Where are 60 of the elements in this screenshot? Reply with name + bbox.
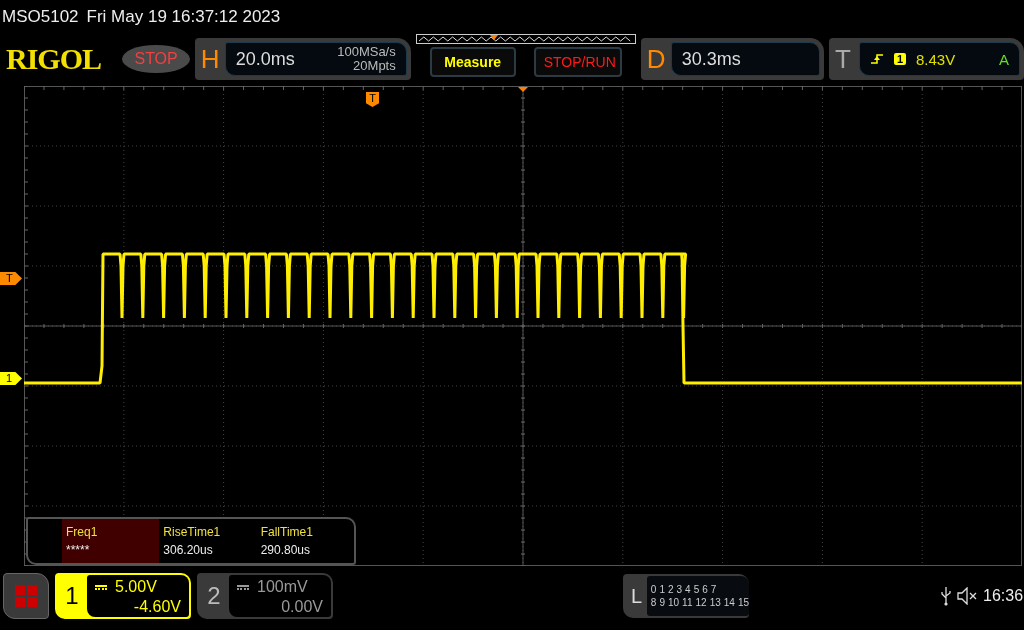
logic-channel-number: 6 [702, 584, 708, 595]
dc-coupling-icon [237, 584, 249, 590]
measurement-name: Freq1 [66, 525, 99, 539]
logic-channel-number: 0 [650, 584, 657, 595]
date-time: Fri May 19 16:37:12 2023 [86, 7, 281, 27]
logic-channel-number: 8 [650, 597, 657, 608]
logic-channel-number: 15 [737, 597, 749, 608]
measurement-item[interactable]: RiseTime1 306.20us [159, 519, 257, 563]
channel-button[interactable]: 1 5.00V -4.60V [55, 573, 191, 619]
delay-value: 30.3ms [681, 48, 741, 70]
measurement-item[interactable]: FallTime1 290.80us [256, 519, 354, 563]
trigger-mode: A [998, 50, 1009, 68]
logic-letter: L [631, 584, 644, 608]
trigger-position-marker[interactable]: T [366, 92, 379, 107]
logic-channel-number: 11 [682, 597, 693, 608]
run-state-badge: STOP [122, 45, 190, 73]
measurement-value: 306.20us [163, 543, 214, 557]
trigger-level: 8.43V [916, 50, 957, 68]
grid-icon [15, 585, 37, 607]
measurement-value: ***** [66, 543, 91, 557]
menu-button[interactable] [3, 573, 49, 619]
logic-channel-number: 1 [659, 584, 665, 595]
dc-coupling-icon [95, 584, 107, 590]
measurement-name: FallTime1 [260, 525, 314, 539]
logic-channel-number: 7 [710, 584, 717, 595]
measurement-name: RiseTime1 [163, 525, 222, 539]
logic-channel-number: 5 [693, 584, 700, 595]
trigger-panel[interactable]: T 1 8.43V A [828, 38, 1024, 80]
logic-channel-number: 10 [668, 597, 680, 608]
trigger-letter: T [834, 43, 852, 75]
clock-time: 16:36 [983, 587, 1024, 605]
stop-run-button[interactable]: STOP/RUN [533, 46, 622, 77]
speaker-muted-icon[interactable] [957, 587, 977, 605]
measure-button[interactable]: Measure [429, 46, 516, 77]
trigger-source: 1 [893, 53, 906, 65]
timebase-value: 20.0ms [235, 48, 295, 70]
delay-letter: D [646, 43, 665, 75]
logic-channel-number: 12 [695, 597, 707, 608]
trigger-point-icon [518, 87, 528, 92]
brand-logo: RIGOL [6, 42, 103, 76]
channel-marker[interactable]: 1 [0, 372, 22, 385]
horizontal-panel[interactable]: H 20.0ms 100MSa/s 20Mpts [194, 38, 411, 80]
rising-edge-icon [869, 52, 884, 66]
channel-button[interactable]: 2 100mV 0.00V [197, 573, 333, 619]
logic-channel-number: 4 [685, 584, 691, 595]
logic-channel-number: 14 [723, 597, 735, 608]
logic-channel-number: 9 [659, 597, 665, 608]
logic-channel-number: 2 [668, 584, 674, 595]
usb-icon [941, 586, 951, 606]
logic-panel[interactable]: L 0 1 2 3 4 5 6 7 8 9 10 11 12 13 14 15 [623, 574, 749, 618]
measurement-value: 290.80us [260, 543, 312, 557]
horizontal-letter: H [200, 43, 219, 75]
delay-panel[interactable]: D 30.3ms [640, 38, 824, 80]
measurement-item[interactable]: Freq1 ***** [62, 519, 160, 563]
sample-rate: 100MSa/s [337, 45, 396, 59]
model-name: MSO5102 [2, 7, 79, 27]
memory-depth: 20Mpts [353, 59, 396, 73]
logic-channel-number: 13 [709, 597, 721, 608]
logic-channel-number: 3 [676, 584, 683, 595]
trigger-level-marker[interactable]: T [0, 272, 22, 285]
